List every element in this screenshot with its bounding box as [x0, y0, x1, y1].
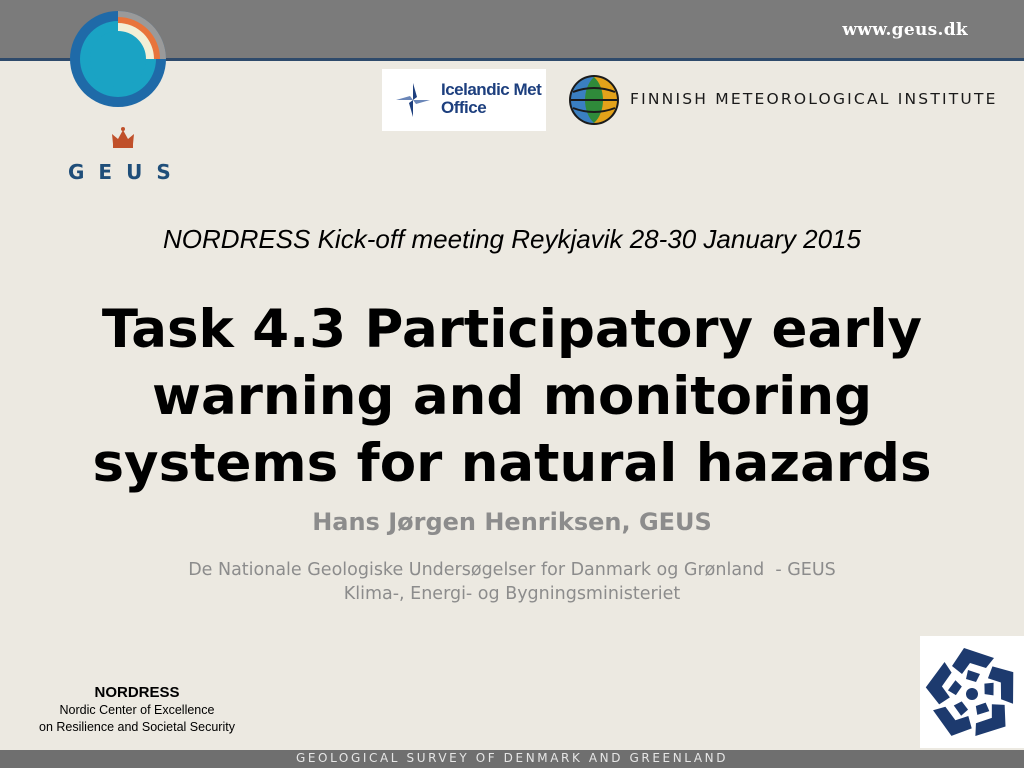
nordress-title: NORDRESS [94, 684, 180, 701]
affiliation-line-2: Klima-, Energi- og Bygningsministeriet [343, 584, 681, 604]
author-name: Hans Jørgen Henriksen, GEUS [312, 508, 712, 536]
affiliation-line-1: De Nationale Geologiske Undersøgelser fo… [188, 560, 836, 580]
pentagon-knot-icon [922, 648, 1023, 745]
imo-name: Icelandic Met Office [441, 80, 542, 117]
imo-star-icon [396, 83, 430, 117]
nordress-line-2: on Resilience and Societal Security [39, 720, 235, 734]
geus-logo-icon [70, 11, 166, 107]
crown-icon [112, 127, 134, 148]
imo-logo: Icelandic Met Office [382, 69, 546, 131]
fmi-name: FINNISH METEOROLOGICAL INSTITUTE [630, 90, 998, 108]
nordress-line-1: Nordic Center of Excellence [59, 703, 215, 717]
website-url[interactable]: www.geus.dk [842, 20, 968, 40]
affiliation: De Nationale Geologiske Undersøgelser fo… [0, 558, 1024, 606]
slide-title: Task 4.3 Participatory early warning and… [92, 299, 932, 494]
geus-wordmark: GEUS [68, 160, 185, 184]
nordic-emblem [920, 636, 1024, 748]
nordress-label: NORDRESS Nordic Center of Excellence on … [34, 684, 240, 736]
footer-text: GEOLOGICAL SURVEY OF DENMARK AND GREENLA… [295, 751, 729, 765]
fmi-globe-icon [569, 75, 619, 125]
meeting-subtitle: NORDRESS Kick-off meeting Reykjavik 28-3… [163, 224, 861, 254]
